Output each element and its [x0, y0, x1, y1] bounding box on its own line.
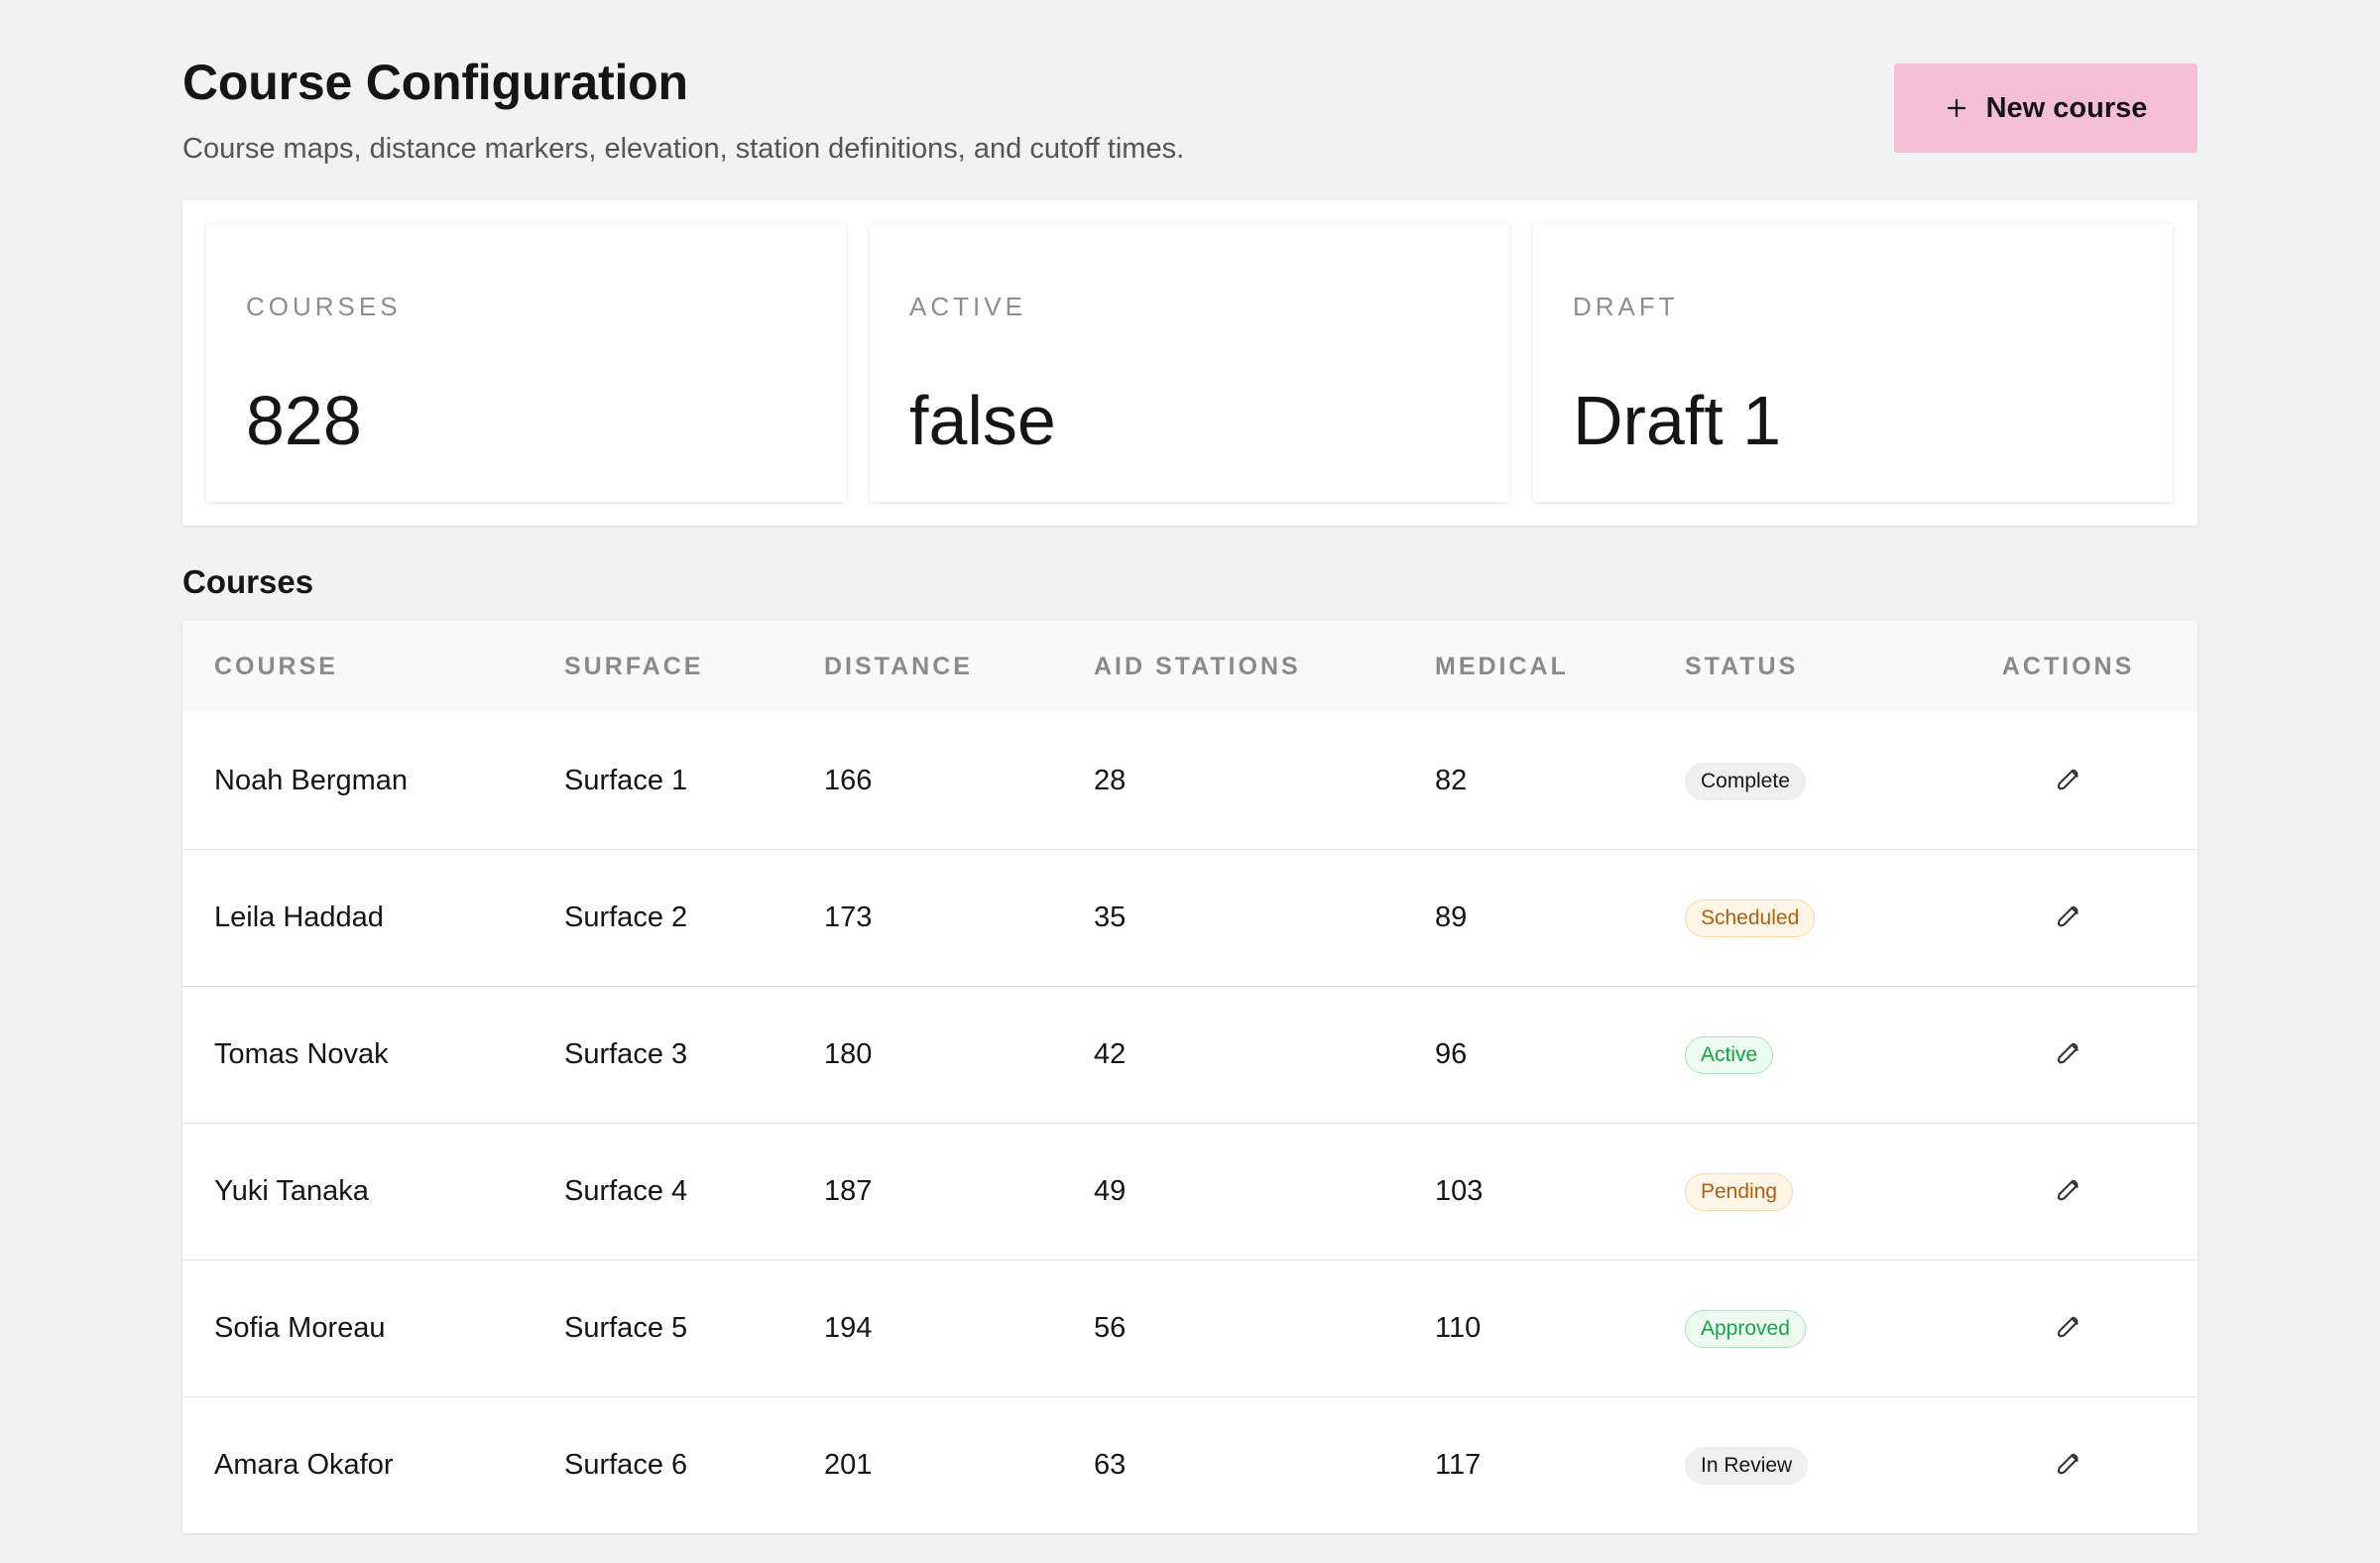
courses-table: COURSE SURFACE DISTANCE AID STATIONS MED…	[182, 621, 2198, 1533]
pencil-icon	[2057, 1454, 2079, 1475]
column-header-surface: SURFACE	[564, 652, 704, 680]
pencil-icon	[2057, 769, 2079, 790]
edit-course-button[interactable]	[2045, 1167, 2092, 1215]
column-header-actions: ACTIONS	[2001, 652, 2135, 680]
course-name-cell: Yuki Tanaka	[214, 1175, 369, 1207]
status-cell: Pending	[1653, 1123, 1939, 1260]
status-cell: Scheduled	[1653, 849, 1939, 986]
status-cell: Active	[1653, 986, 1939, 1123]
actions-cell	[1939, 1260, 2198, 1396]
edit-course-button[interactable]	[2045, 757, 2092, 804]
medical-cell: 103	[1435, 1175, 1484, 1207]
status-badge: Active	[1685, 1036, 1774, 1074]
surface-cell: Surface 3	[564, 1038, 688, 1070]
stats-panel: COURSES 828 ACTIVE false DRAFT Draft 1	[182, 200, 2198, 526]
course-name-cell: Leila Haddad	[214, 902, 384, 933]
courses-section-title: Courses	[182, 563, 314, 600]
status-badge: In Review	[1685, 1447, 1809, 1486]
edit-course-button[interactable]	[2045, 1304, 2092, 1352]
distance-cell: 166	[824, 764, 873, 796]
stat-value-active: false	[909, 382, 1056, 459]
status-cell: In Review	[1653, 1396, 1939, 1533]
pencil-icon	[2057, 1042, 2079, 1064]
actions-cell	[1939, 1123, 2198, 1260]
stat-label-draft: DRAFT	[1573, 292, 1679, 321]
aid-stations-cell: 56	[1094, 1312, 1127, 1344]
medical-cell: 96	[1435, 1038, 1468, 1070]
edit-course-button[interactable]	[2045, 1441, 2092, 1489]
stat-value-courses: 828	[246, 382, 362, 459]
actions-cell	[1939, 986, 2198, 1123]
course-configuration-page: Course Configuration Course maps, distan…	[0, 0, 2380, 1563]
pencil-icon	[2057, 1179, 2079, 1201]
new-course-label: New course	[1985, 91, 2148, 124]
medical-cell: 82	[1435, 764, 1468, 796]
surface-cell: Surface 2	[564, 902, 688, 933]
aid-stations-cell: 28	[1094, 764, 1127, 796]
status-cell: Approved	[1653, 1260, 1939, 1396]
aid-stations-cell: 49	[1094, 1175, 1127, 1207]
table-row: Noah Bergman Surface 1 166 28 82 Complet…	[182, 712, 2198, 849]
distance-cell: 180	[824, 1038, 873, 1070]
stat-card-draft: DRAFT Draft 1	[1533, 224, 2173, 502]
status-badge: Complete	[1685, 762, 1806, 800]
stat-label-courses: COURSES	[246, 292, 402, 321]
table-row: Leila Haddad Surface 2 173 35 89 Schedul…	[182, 849, 2198, 986]
course-name-cell: Tomas Novak	[214, 1038, 389, 1070]
aid-stations-cell: 35	[1094, 902, 1127, 933]
column-header-aid-stations: AID STATIONS	[1094, 652, 1301, 680]
table-header-row: COURSE SURFACE DISTANCE AID STATIONS MED…	[182, 621, 2198, 712]
edit-course-button[interactable]	[2045, 1030, 2092, 1078]
aid-stations-cell: 42	[1094, 1038, 1127, 1070]
courses-table-panel: COURSE SURFACE DISTANCE AID STATIONS MED…	[182, 621, 2198, 1533]
table-row: Tomas Novak Surface 3 180 42 96 Active	[182, 986, 2198, 1123]
course-name-cell: Noah Bergman	[214, 764, 409, 796]
column-header-medical: MEDICAL	[1435, 652, 1569, 680]
surface-cell: Surface 5	[564, 1312, 688, 1344]
medical-cell: 117	[1435, 1449, 1482, 1482]
actions-cell	[1939, 1396, 2198, 1533]
stat-value-draft: Draft 1	[1573, 382, 1782, 459]
edit-course-button[interactable]	[2045, 894, 2092, 941]
distance-cell: 187	[824, 1175, 873, 1207]
stat-label-active: ACTIVE	[909, 292, 1026, 321]
table-row: Yuki Tanaka Surface 4 187 49 103 Pending	[182, 1123, 2198, 1260]
stat-card-courses: COURSES 828	[206, 224, 846, 502]
stat-card-active: ACTIVE false	[870, 224, 1509, 502]
distance-cell: 201	[824, 1449, 873, 1482]
actions-cell	[1939, 849, 2198, 986]
status-badge: Scheduled	[1685, 900, 1816, 937]
course-name-cell: Sofia Moreau	[214, 1312, 386, 1344]
status-badge: Approved	[1685, 1310, 1806, 1348]
medical-cell: 110	[1435, 1312, 1482, 1344]
column-header-status: STATUS	[1685, 652, 1799, 680]
page-header: Course Configuration Course maps, distan…	[182, 0, 2198, 198]
aid-stations-cell: 63	[1094, 1449, 1127, 1482]
table-row: Amara Okafor Surface 6 201 63 117 In Rev…	[182, 1396, 2198, 1533]
new-course-button[interactable]: New course	[1894, 63, 2198, 153]
distance-cell: 194	[824, 1312, 873, 1344]
distance-cell: 173	[824, 902, 873, 933]
page-title: Course Configuration	[182, 55, 688, 110]
course-name-cell: Amara Okafor	[214, 1449, 394, 1482]
status-badge: Pending	[1685, 1173, 1794, 1211]
surface-cell: Surface 1	[564, 764, 688, 796]
column-header-course: COURSE	[214, 652, 338, 680]
medical-cell: 89	[1435, 902, 1468, 933]
page-subtitle: Course maps, distance markers, elevation…	[182, 133, 1185, 165]
actions-cell	[1939, 712, 2198, 849]
surface-cell: Surface 4	[564, 1175, 688, 1207]
table-row: Sofia Moreau Surface 5 194 56 110 Approv…	[182, 1260, 2198, 1396]
status-cell: Complete	[1653, 712, 1939, 849]
plus-icon	[1947, 98, 1965, 118]
pencil-icon	[2057, 905, 2079, 927]
surface-cell: Surface 6	[564, 1449, 688, 1482]
column-header-distance: DISTANCE	[824, 652, 973, 680]
pencil-icon	[2057, 1316, 2079, 1338]
